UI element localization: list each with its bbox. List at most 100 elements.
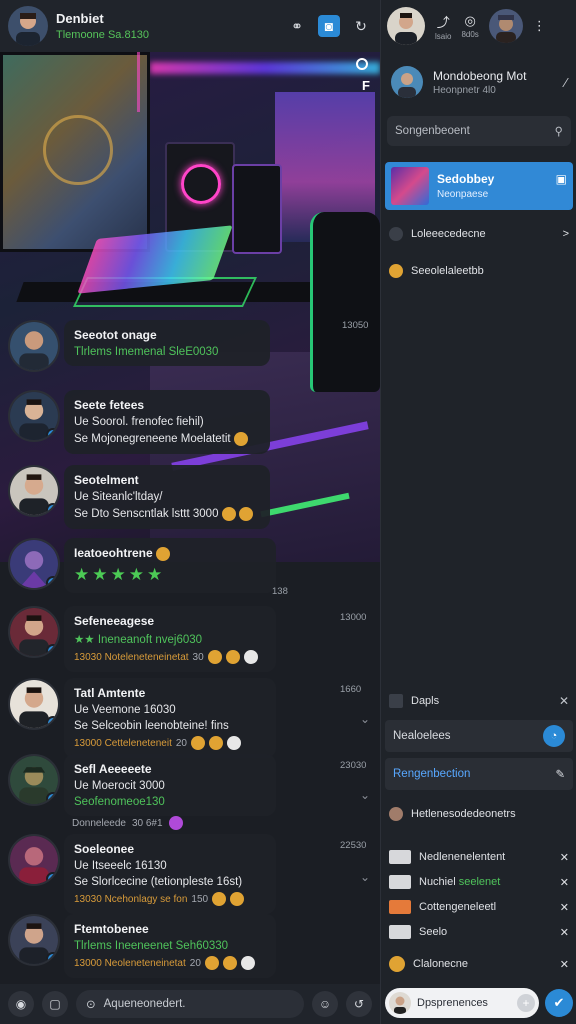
header-titles: Denbiet Tlemoone Sa.8130 bbox=[56, 11, 286, 41]
message-input[interactable]: ⊙ Aqueneonedert. bbox=[76, 990, 304, 1018]
panel-row[interactable]: Loleeecedecne > bbox=[389, 227, 569, 241]
pin-icon[interactable]: ✎ bbox=[555, 767, 565, 781]
search-input[interactable]: Songenbeoent ⚲ bbox=[387, 116, 571, 146]
chevron-down-icon[interactable]: ⌄ bbox=[360, 788, 370, 802]
close-icon[interactable]: ✕ bbox=[560, 901, 569, 914]
close-icon[interactable]: ✕ bbox=[559, 694, 569, 708]
add-icon[interactable]: + bbox=[517, 994, 535, 1012]
emoji-icon bbox=[233, 432, 248, 446]
message-bubble: Seeotot onage Tlrlems Imemenal SleE0030 bbox=[64, 320, 270, 366]
avatar[interactable]: ✓ bbox=[8, 538, 60, 590]
avatar[interactable]: ✓ bbox=[8, 914, 60, 966]
row-icon bbox=[389, 264, 403, 278]
verified-badge: ✓ bbox=[46, 952, 58, 964]
list-item-label: Seelo bbox=[419, 926, 448, 938]
list-item[interactable]: Cottengeneleetl ✕ bbox=[389, 900, 569, 914]
card-icon bbox=[389, 925, 411, 939]
send-icon[interactable]: ✔ bbox=[545, 989, 573, 1017]
verified-badge: ✓ bbox=[46, 576, 58, 588]
profile-avatar[interactable] bbox=[488, 9, 523, 43]
list-item[interactable]: Nuchiel seelenet ✕ bbox=[389, 875, 569, 889]
row-label: Seeolelaleetbb bbox=[411, 265, 484, 277]
avatar[interactable]: ✓ bbox=[8, 606, 60, 658]
message-bubble: Tatl Amtente Ue Veemone 16030 Se Selceob… bbox=[64, 678, 276, 758]
close-icon[interactable]: ✕ bbox=[560, 958, 569, 971]
sticker-icon[interactable]: ⊙ bbox=[86, 997, 96, 1011]
list-item[interactable]: Seelo ✕ bbox=[389, 925, 569, 939]
active-chat-subtitle: Neonpaese bbox=[437, 189, 489, 200]
message-item[interactable]: ✓ Seotelment Ue Siteanlc'ltday/ Se Dto S… bbox=[8, 465, 270, 529]
emoji-icon[interactable]: ☺ bbox=[312, 991, 338, 1017]
search-icon[interactable]: ⚲ bbox=[555, 124, 563, 138]
active-chat-item[interactable]: Sedobbey Neonpaese ▣ bbox=[385, 162, 573, 210]
refresh-icon[interactable]: ↻ bbox=[350, 15, 372, 37]
list-heading-label: Hetlenesodedeonetrs bbox=[411, 808, 516, 820]
chat-title: Denbiet bbox=[56, 11, 104, 26]
section-header: Dapls ✕ bbox=[389, 694, 569, 708]
list-item-label: Cottengeneleetl bbox=[419, 901, 497, 913]
message-meta: 13000 Cetteleneteneit 20 bbox=[74, 736, 266, 750]
attach-icon[interactable]: ▢ bbox=[42, 991, 68, 1017]
list-item-label: Nedlenenelentent bbox=[419, 851, 506, 863]
avatar[interactable]: ✓ bbox=[8, 465, 60, 517]
message-item[interactable]: ✓ Ieatoeohtrene ★★★★★ bbox=[8, 538, 276, 593]
avatar[interactable]: ✓ bbox=[8, 754, 60, 806]
message-meta: 13030 Noteleneteneinetat 30 bbox=[74, 650, 266, 664]
panel-row[interactable]: Seeolelaleetbb bbox=[389, 264, 569, 278]
list-item[interactable]: Nedlenenelentent ✕ bbox=[389, 850, 569, 864]
card-icon bbox=[389, 850, 411, 864]
side-message-input[interactable]: Dpsprenences + bbox=[385, 988, 539, 1018]
message-time: 22530 bbox=[340, 840, 367, 851]
camera-icon[interactable]: ◎ 8d0s bbox=[461, 13, 478, 39]
message-text: Ue Siteanlc'ltday/ bbox=[74, 491, 163, 503]
message-bubble: Ieatoeohtrene ★★★★★ bbox=[64, 538, 276, 593]
chevron-down-icon[interactable]: ⌄ bbox=[360, 870, 370, 884]
avatar[interactable]: ✓ bbox=[8, 390, 60, 442]
chat-bubble-icon: ▣ bbox=[555, 172, 567, 186]
avatar[interactable]: ✓ bbox=[8, 678, 60, 730]
message-item[interactable]: ✓ Tatl Amtente Ue Veemone 16030 Se Selce… bbox=[8, 678, 276, 758]
message-item[interactable]: ✓ Seete fetees Ue Soorol. frenofec fiehi… bbox=[8, 390, 270, 454]
close-icon[interactable]: ✕ bbox=[560, 851, 569, 864]
verified-badge: ✓ bbox=[46, 428, 58, 440]
more-options-icon[interactable]: ⋮ bbox=[533, 18, 546, 34]
avatar[interactable] bbox=[8, 320, 60, 372]
message-item[interactable]: ✓ Soeleonee Ue Itseeelc 16130 Se Slorlce… bbox=[8, 834, 276, 914]
header-avatar[interactable] bbox=[8, 6, 48, 46]
message-bubble: Soeleonee Ue Itseeelc 16130 Se Slorlceci… bbox=[64, 834, 276, 914]
chevron-down-icon[interactable]: ⌄ bbox=[360, 712, 370, 726]
message-meta: Donneleede 30 6#1 bbox=[72, 816, 183, 830]
message-item[interactable]: Seeotot onage Tlrlems Imemenal SleE0030 bbox=[8, 320, 270, 372]
close-icon[interactable]: ✕ bbox=[560, 876, 569, 889]
panel-field[interactable]: Nealoelees ◔ bbox=[385, 720, 573, 752]
share-icon[interactable]: ⤴ lsaio bbox=[435, 12, 451, 41]
message-item[interactable]: ✓ Sefeneeagese ★★ Ineneanoft nvej6030 13… bbox=[8, 606, 276, 672]
link-icon[interactable]: ⚭ bbox=[286, 15, 308, 37]
panel-profile[interactable]: Mondobeong Mot Heonpnetr 4l0 ∕ bbox=[381, 60, 576, 104]
message-time: 13050 bbox=[342, 320, 369, 331]
voice-icon[interactable]: ↺ bbox=[346, 991, 372, 1017]
card-icon bbox=[389, 900, 411, 914]
camera-icon[interactable]: ◙ bbox=[318, 15, 340, 37]
camera-icon[interactable]: ◉ bbox=[8, 991, 34, 1017]
image-option-icon[interactable] bbox=[356, 58, 368, 70]
message-text: Ue Itseeelc 16130 bbox=[74, 860, 167, 872]
list-item[interactable]: Clalonecne ✕ bbox=[389, 956, 569, 972]
edit-icon[interactable]: ∕ bbox=[565, 75, 567, 90]
panel-profile-text: Mondobeong Mot Heonpnetr 4l0 bbox=[433, 69, 565, 96]
close-icon[interactable]: ✕ bbox=[560, 926, 569, 939]
panel-profile-name: Mondobeong Mot bbox=[433, 68, 527, 83]
verified-badge: ✓ bbox=[46, 872, 58, 884]
user-avatar[interactable] bbox=[387, 7, 425, 45]
message-item[interactable]: ✓ Sefl Aeeeeete Ue Moerocit 3000 Seofeno… bbox=[8, 754, 276, 816]
chat-icon[interactable]: ◔ bbox=[543, 725, 565, 747]
message-item[interactable]: ✓ Ftemtobenee Tlrlems Ineeneenet Seh6033… bbox=[8, 914, 276, 978]
message-bubble: Seete fetees Ue Soorol. frenofec fiehil)… bbox=[64, 390, 270, 454]
sender-name: Seotelment bbox=[74, 473, 139, 487]
message-bubble: Ftemtobenee Tlrlems Ineeneenet Seh60330 … bbox=[64, 914, 276, 978]
avatar[interactable]: ✓ bbox=[8, 834, 60, 886]
panel-field[interactable]: Rengenbection ✎ bbox=[385, 758, 573, 790]
message-time: 1660 bbox=[340, 684, 362, 695]
list-item-label: Clalonecne bbox=[413, 958, 469, 970]
message-text: Tlrlems Ineeneenet Seh60330 bbox=[74, 940, 229, 952]
